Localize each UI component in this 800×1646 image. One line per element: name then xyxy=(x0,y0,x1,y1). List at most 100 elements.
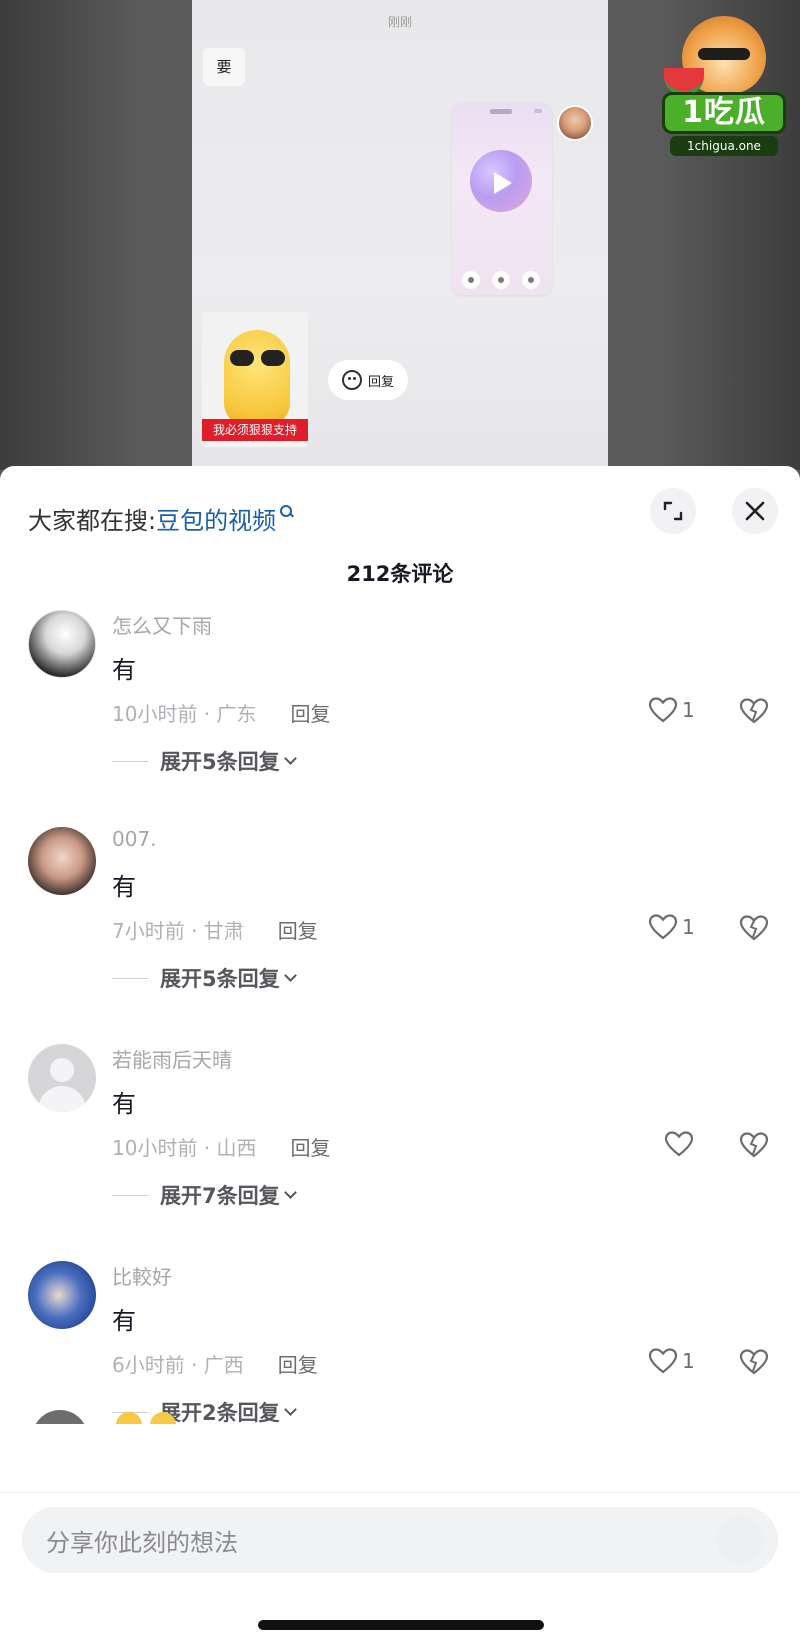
comment-time-location: 7小时前 · 甘肃 xyxy=(112,919,244,943)
comment-username[interactable]: 比較好 xyxy=(112,1261,172,1290)
expand-button[interactable] xyxy=(650,488,696,534)
avatar[interactable] xyxy=(28,610,96,678)
default-avatar-icon xyxy=(50,1058,74,1082)
broken-heart-icon xyxy=(739,915,769,941)
voice-call-card xyxy=(452,103,552,295)
chat-bubble: 要 xyxy=(203,48,245,86)
search-term-link[interactable]: 豆包的视频 xyxy=(156,501,276,536)
chevron-down-icon xyxy=(283,751,297,765)
like-count: 1 xyxy=(682,915,695,939)
camera-icon xyxy=(522,271,540,289)
broken-heart-icon xyxy=(739,1132,769,1158)
comment-text: 有 xyxy=(112,656,136,684)
mic-icon xyxy=(462,271,480,289)
reply-button[interactable]: 回复 xyxy=(291,1132,331,1161)
comment-time-location: 10小时前 · 山西 xyxy=(112,1136,257,1160)
like-button[interactable] xyxy=(664,1128,698,1160)
comment-text: 有 xyxy=(112,1090,136,1118)
logo-domain: 1chigua.one xyxy=(670,136,778,156)
card-header xyxy=(490,109,512,114)
dislike-button[interactable] xyxy=(738,1130,770,1160)
comments-count: 212条评论 xyxy=(346,562,454,586)
dislike-button[interactable] xyxy=(738,913,770,943)
comment-input[interactable]: 分享你此刻的想法 xyxy=(22,1507,778,1573)
comment-item: 怎么又下雨 有 10小时前 · 广东 回复 1 展开5条回复 xyxy=(0,610,800,810)
expand-icon xyxy=(663,501,683,521)
avatar xyxy=(32,1410,88,1424)
reply-pill-label: 回复 xyxy=(367,374,394,390)
comment-meta: 10小时前 · 广东 回复 xyxy=(112,698,331,727)
search-icon xyxy=(280,505,293,517)
broken-heart-icon xyxy=(739,1349,769,1375)
expand-replies[interactable]: 展开7条回复 xyxy=(112,1180,297,1210)
comment-username[interactable]: 007. xyxy=(112,827,157,851)
divider xyxy=(112,1194,148,1196)
comment-meta: 7小时前 · 甘肃 回复 xyxy=(112,915,318,944)
chat-timestamp: 刚刚 xyxy=(387,15,412,29)
play-icon xyxy=(494,172,512,194)
dislike-button[interactable] xyxy=(738,696,770,726)
card-status xyxy=(534,109,542,113)
hangup-icon xyxy=(492,271,510,289)
close-icon xyxy=(745,501,765,521)
emoji-icon xyxy=(150,1412,176,1424)
search-prefix: 大家都在搜: xyxy=(28,506,157,535)
comment-item: 007. 有 7小时前 · 甘肃 回复 1 展开5条回复 xyxy=(0,827,800,1027)
smiley-icon xyxy=(341,370,362,390)
sunglasses-icon xyxy=(698,48,750,60)
chat-avatar xyxy=(557,105,593,141)
comment-input-placeholder: 分享你此刻的想法 xyxy=(46,1528,238,1557)
avatar[interactable] xyxy=(28,1044,96,1112)
like-button[interactable]: 1 xyxy=(648,1345,695,1377)
comment-username[interactable]: 怎么又下雨 xyxy=(112,610,212,639)
emoji-button[interactable] xyxy=(716,1516,764,1564)
comment-text: 有 xyxy=(112,873,136,901)
comment-meta: 10小时前 · 山西 回复 xyxy=(112,1132,331,1161)
sticker-character xyxy=(224,330,290,426)
comment-item: 比較好 有 6小时前 · 广西 回复 1 展开2条回复 xyxy=(0,1261,800,1461)
avatar[interactable] xyxy=(28,827,96,895)
divider xyxy=(112,760,148,762)
sticker-caption: 我必须狠狠支持 xyxy=(202,419,308,441)
sunglasses-icon xyxy=(230,350,286,366)
close-button[interactable] xyxy=(732,488,778,534)
expand-replies[interactable]: 展开5条回复 xyxy=(112,963,297,993)
sticker-image: 我必须狠狠支持 xyxy=(202,312,308,447)
avatar[interactable] xyxy=(28,1261,96,1329)
expand-replies[interactable]: 展开5条回复 xyxy=(112,746,297,776)
heart-icon xyxy=(664,1131,694,1157)
dislike-button[interactable] xyxy=(738,1347,770,1377)
trending-search[interactable]: 大家都在搜: 豆包的视频 xyxy=(28,498,293,538)
expand-replies-label: 展开7条回复 xyxy=(160,1184,280,1208)
comment-sheet: 大家都在搜: 豆包的视频 212条评论 怎么又下雨 有 10小时前 · 广东 回… xyxy=(0,466,800,1646)
heart-icon xyxy=(648,1348,678,1374)
expand-replies-label: 展开5条回复 xyxy=(160,750,280,774)
video-area[interactable]: 刚刚 要 我必须狠狠支持 回复 1吃瓜 1chigua.one xyxy=(0,0,800,470)
comment-time-location: 6小时前 · 广西 xyxy=(112,1353,244,1377)
expand-replies-label: 展开5条回复 xyxy=(160,967,280,991)
chevron-down-icon xyxy=(283,1185,297,1199)
comment-text: 有 xyxy=(112,1307,136,1335)
comment-meta: 6小时前 · 广西 回复 xyxy=(112,1349,318,1378)
emoji-icon xyxy=(116,1412,142,1424)
home-indicator xyxy=(258,1620,544,1630)
logo-text: 1吃瓜 xyxy=(662,92,786,134)
reply-button[interactable]: 回复 xyxy=(291,698,331,727)
heart-icon xyxy=(648,914,678,940)
like-count: 1 xyxy=(682,1349,695,1373)
heart-icon xyxy=(648,697,678,723)
chat-screenshot: 刚刚 要 我必须狠狠支持 回复 xyxy=(192,0,608,470)
comment-time-location: 10小时前 · 广东 xyxy=(112,702,257,726)
broken-heart-icon xyxy=(739,698,769,724)
like-button[interactable]: 1 xyxy=(648,694,695,726)
comment-username[interactable]: 若能雨后天晴 xyxy=(112,1044,232,1073)
next-comment-peek xyxy=(0,1406,800,1424)
like-count: 1 xyxy=(682,698,695,722)
watermark-logo: 1吃瓜 1chigua.one xyxy=(658,10,790,160)
reply-button[interactable]: 回复 xyxy=(278,915,318,944)
like-button[interactable]: 1 xyxy=(648,911,695,943)
reply-pill: 回复 xyxy=(328,360,408,400)
divider xyxy=(112,977,148,979)
comment-item: 若能雨后天晴 有 10小时前 · 山西 回复 展开7条回复 xyxy=(0,1044,800,1244)
reply-button[interactable]: 回复 xyxy=(278,1349,318,1378)
